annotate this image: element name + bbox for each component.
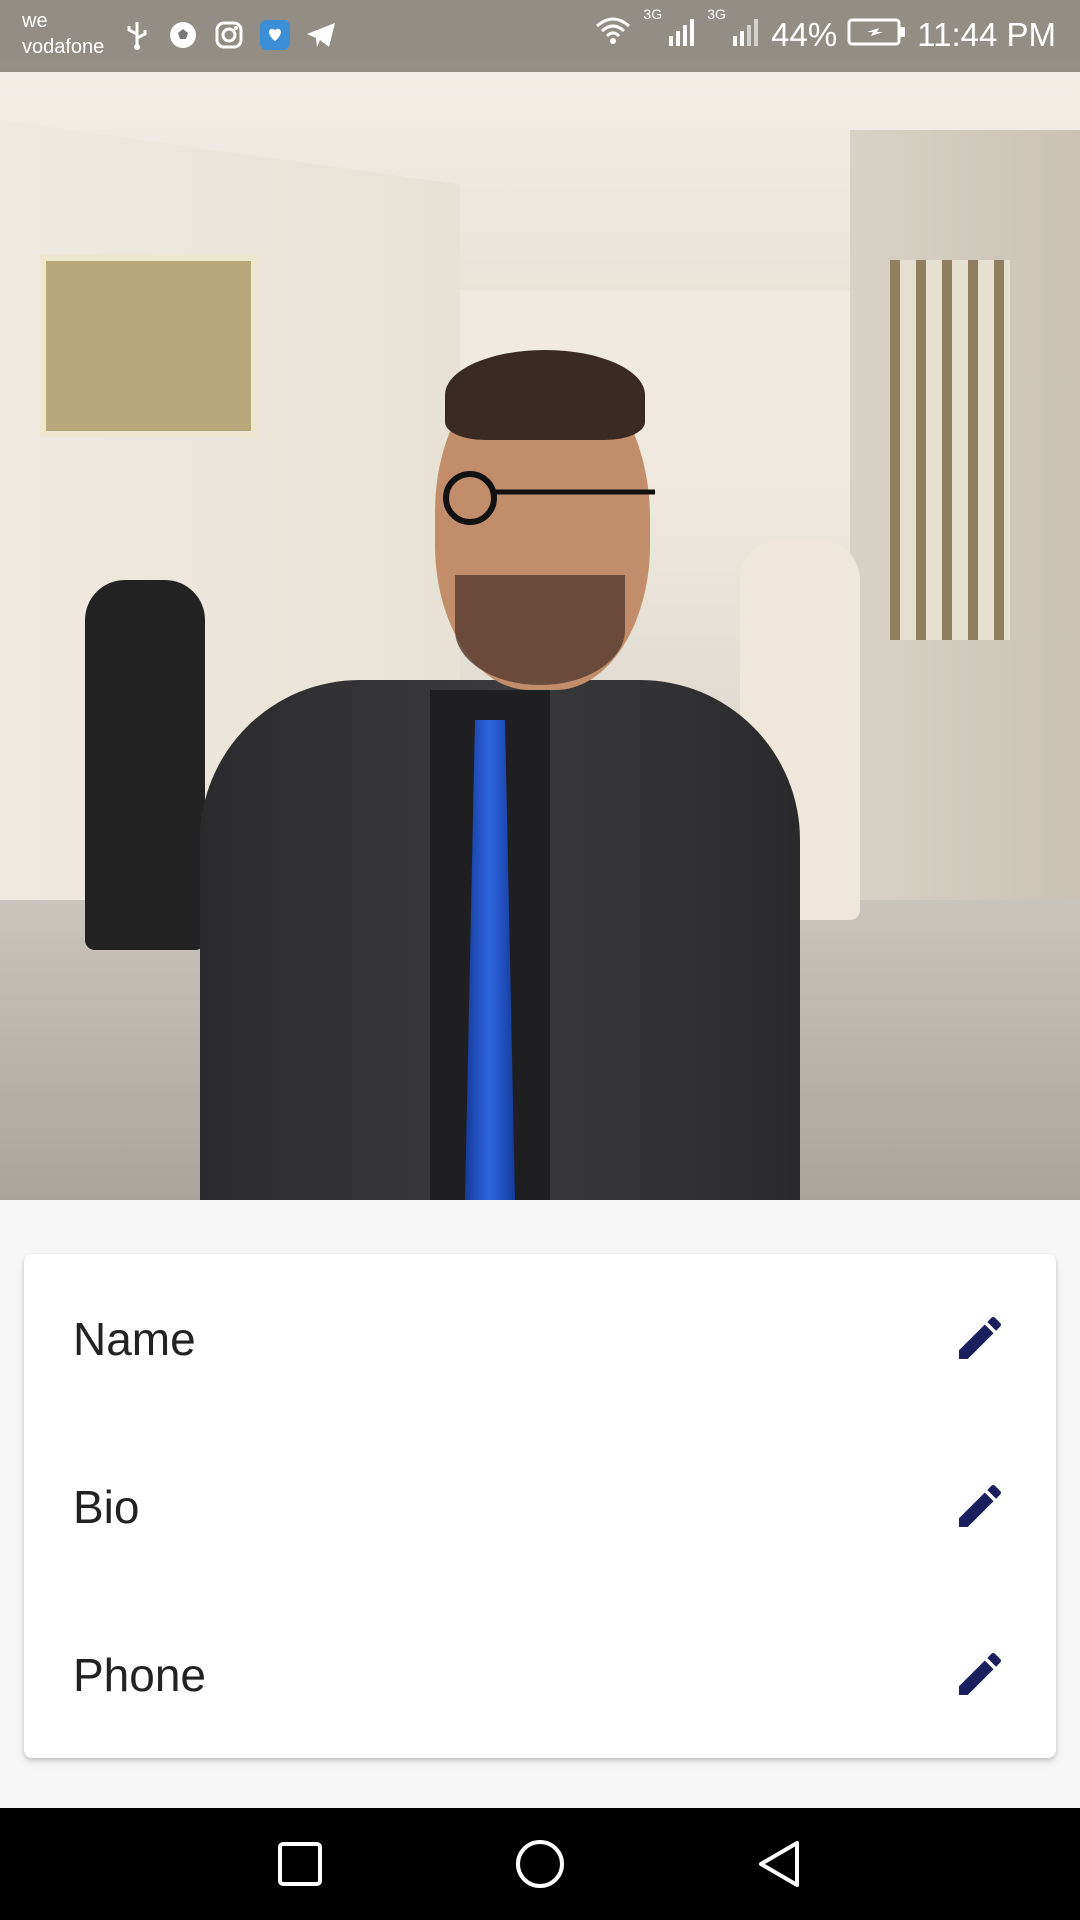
person-figure xyxy=(200,350,800,1200)
bio-row[interactable]: Bio xyxy=(24,1422,1056,1590)
wifi-icon xyxy=(593,16,633,54)
clock: 11:44 PM xyxy=(917,16,1056,53)
telegram-icon xyxy=(304,18,338,52)
name-row[interactable]: Name xyxy=(24,1254,1056,1422)
back-button[interactable] xyxy=(750,1834,810,1894)
signal-icon-2: 3G xyxy=(707,6,761,54)
profile-info-card: Name Bio Phone xyxy=(24,1254,1056,1758)
ball-icon xyxy=(166,18,200,52)
edit-icon[interactable] xyxy=(948,1306,1012,1370)
instagram-icon xyxy=(212,18,246,52)
carrier-label: we vodafone xyxy=(22,10,105,58)
phone-label: Phone xyxy=(73,1649,207,1701)
profile-photo[interactable] xyxy=(0,0,1080,1200)
usb-icon xyxy=(120,18,154,52)
status-bar: we vodafone 3G 3G 44% 11:44 PM xyxy=(0,0,1080,72)
bio-label: Bio xyxy=(73,1481,140,1533)
heart-chat-icon xyxy=(258,18,292,52)
battery-icon xyxy=(847,16,907,54)
name-label: Name xyxy=(73,1313,196,1365)
home-button[interactable] xyxy=(510,1834,570,1894)
edit-icon[interactable] xyxy=(948,1474,1012,1538)
phone-row[interactable]: Phone xyxy=(24,1590,1056,1758)
navigation-bar xyxy=(0,1808,1080,1920)
recents-button[interactable] xyxy=(270,1834,330,1894)
signal-icon-1: 3G xyxy=(643,6,697,54)
battery-percent: 44% xyxy=(771,16,838,53)
edit-icon[interactable] xyxy=(948,1642,1012,1706)
